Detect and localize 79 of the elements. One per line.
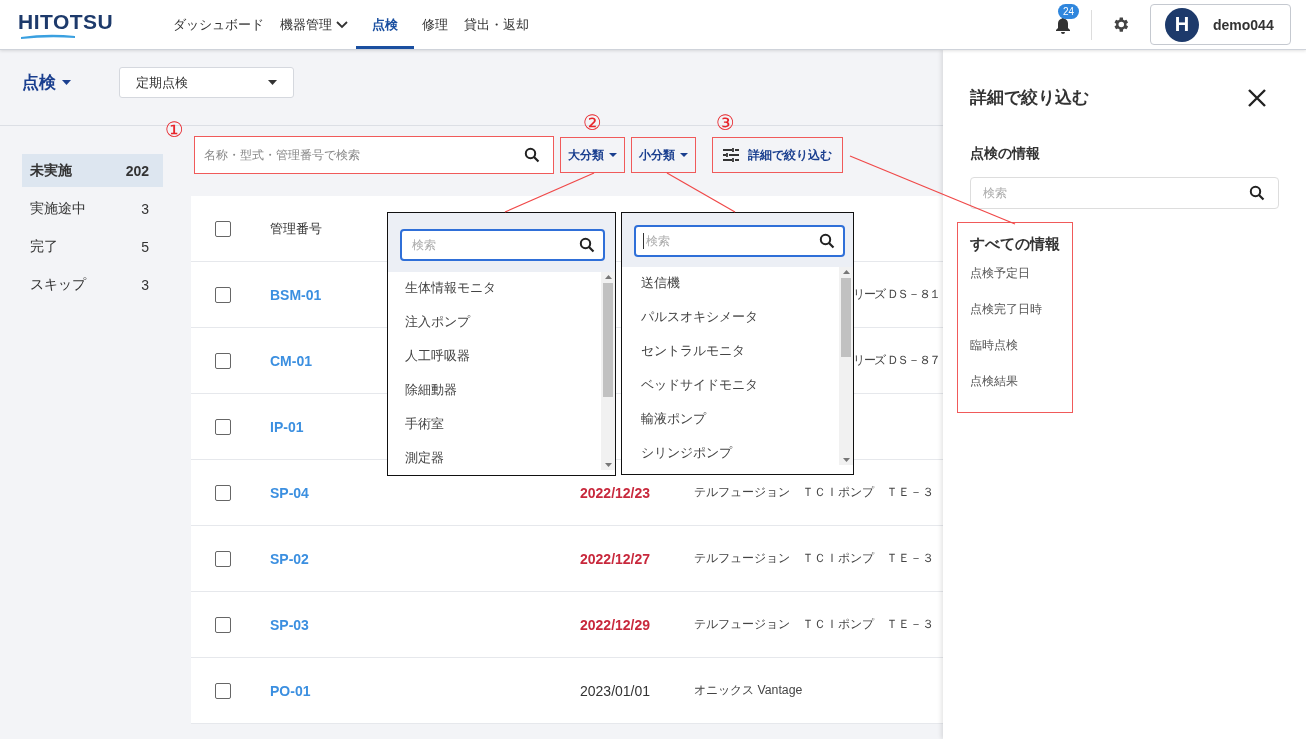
group-title: すべての情報 bbox=[970, 235, 1061, 254]
view-select[interactable]: 定期点検 bbox=[119, 67, 294, 98]
filter-button[interactable]: 小分類 bbox=[631, 137, 696, 173]
row-checkbox[interactable] bbox=[215, 418, 231, 435]
row-checkbox[interactable] bbox=[215, 682, 231, 699]
status-filter-item[interactable]: 実施途中 3 bbox=[22, 192, 163, 225]
category-option[interactable]: 測定器 bbox=[388, 442, 601, 476]
field-option[interactable]: 点検結果 bbox=[970, 370, 1072, 406]
field-option[interactable]: 点検予定日 bbox=[970, 262, 1072, 298]
category-option[interactable]: 注入ポンプ bbox=[388, 306, 601, 340]
scheduled-date: 2023/01/01 bbox=[580, 682, 651, 699]
drawer-title: 詳細で絞り込む bbox=[970, 87, 1089, 109]
category-option[interactable]: 手術室 bbox=[388, 408, 601, 442]
search-icon bbox=[1249, 185, 1265, 201]
nav-tab[interactable]: 貸出・返却 bbox=[456, 0, 537, 49]
avatar: H bbox=[1165, 7, 1199, 42]
category-option[interactable]: 除細動器 bbox=[388, 374, 601, 408]
scrollbar[interactable] bbox=[839, 267, 853, 465]
nav-tab[interactable]: 機器管理 bbox=[272, 0, 356, 49]
sliders-icon bbox=[723, 148, 739, 162]
row-checkbox[interactable] bbox=[215, 286, 231, 303]
category-option[interactable]: ベッドサイドモニタ bbox=[622, 369, 839, 403]
filter-button[interactable]: 詳細で絞り込む bbox=[712, 137, 843, 173]
model-name: リーズ ＤＳ－８１ bbox=[853, 286, 940, 303]
field-option[interactable]: 臨時点検 bbox=[970, 334, 1072, 370]
caret-icon bbox=[268, 80, 277, 85]
user-menu-button[interactable]: H demo044 bbox=[1150, 4, 1291, 45]
status-filter-item[interactable]: 完了 5 bbox=[22, 230, 163, 263]
logo-swoosh-icon bbox=[20, 32, 76, 39]
leader-line bbox=[666, 172, 736, 213]
search-field[interactable]: 検索 bbox=[400, 229, 605, 261]
search-icon bbox=[819, 233, 835, 249]
notification-badge: 24 bbox=[1058, 3, 1080, 19]
category-option[interactable]: セントラルモニタ bbox=[622, 335, 839, 369]
row-checkbox[interactable] bbox=[215, 550, 231, 567]
search-icon bbox=[579, 237, 595, 253]
model-name: テルフュージョン ＴＣＩポンプ ＴＥ－３ bbox=[694, 550, 934, 567]
category-option[interactable]: パルスオキシメータ bbox=[622, 301, 839, 335]
scroll-down-icon[interactable] bbox=[604, 463, 612, 467]
category-option[interactable]: シリンジポンプ bbox=[622, 437, 839, 471]
row-checkbox[interactable] bbox=[215, 484, 231, 501]
page-title-menu[interactable]: 点検 bbox=[22, 71, 71, 94]
category-option[interactable]: 送信機 bbox=[622, 267, 839, 301]
scroll-down-icon[interactable] bbox=[842, 458, 850, 462]
category-option[interactable]: 輸液ポンプ bbox=[622, 403, 839, 437]
status-filter-item[interactable]: スキップ 3 bbox=[22, 268, 163, 301]
step-number: ② bbox=[583, 112, 602, 133]
column-header[interactable]: 管理番号 bbox=[270, 219, 322, 238]
logo[interactable]: HITOTSU bbox=[18, 10, 114, 33]
scrollbar[interactable] bbox=[601, 272, 615, 470]
scheduled-date: 2022/12/27 bbox=[580, 550, 651, 567]
search-field[interactable]: 名称・型式・管理番号で検索 bbox=[194, 136, 554, 174]
scroll-up-icon[interactable] bbox=[842, 270, 850, 274]
status-filter-item[interactable]: 未実施 202 bbox=[22, 154, 163, 187]
category-option[interactable]: 人工呼吸器 bbox=[388, 340, 601, 374]
filter-button[interactable]: 大分類 bbox=[560, 137, 625, 173]
model-name: テルフュージョン ＴＣＩポンプ ＴＥ－３ bbox=[694, 616, 934, 633]
search-icon bbox=[524, 147, 540, 163]
row-checkbox[interactable] bbox=[215, 352, 231, 369]
close-icon[interactable] bbox=[1247, 87, 1267, 108]
caret-icon bbox=[680, 153, 688, 157]
caret-icon bbox=[62, 80, 71, 85]
model-name: テルフュージョン ＴＣＩポンプ ＴＥ－３ bbox=[694, 484, 934, 501]
row-checkbox[interactable] bbox=[215, 616, 231, 633]
scheduled-date: 2022/12/29 bbox=[580, 616, 651, 633]
section-title: 点検の情報 bbox=[970, 145, 1041, 163]
scheduled-date: 2022/12/23 bbox=[580, 484, 651, 501]
select-all-checkbox[interactable] bbox=[215, 220, 231, 237]
scroll-up-icon[interactable] bbox=[604, 275, 612, 279]
field-option[interactable]: 点検完了日時 bbox=[970, 298, 1072, 334]
model-name: リーズ ＤＳ－８７ bbox=[853, 352, 940, 369]
model-name: オニックス Vantage bbox=[694, 682, 803, 699]
step-number: ① bbox=[165, 119, 184, 140]
nav-tab[interactable]: ダッシュボード bbox=[165, 0, 272, 49]
step-number: ③ bbox=[716, 112, 735, 133]
caret-icon bbox=[609, 153, 617, 157]
nav-tab[interactable]: 修理 bbox=[414, 0, 456, 49]
category-option[interactable]: 生体情報モニタ bbox=[388, 272, 601, 306]
search-field[interactable]: 検索 bbox=[634, 225, 845, 257]
